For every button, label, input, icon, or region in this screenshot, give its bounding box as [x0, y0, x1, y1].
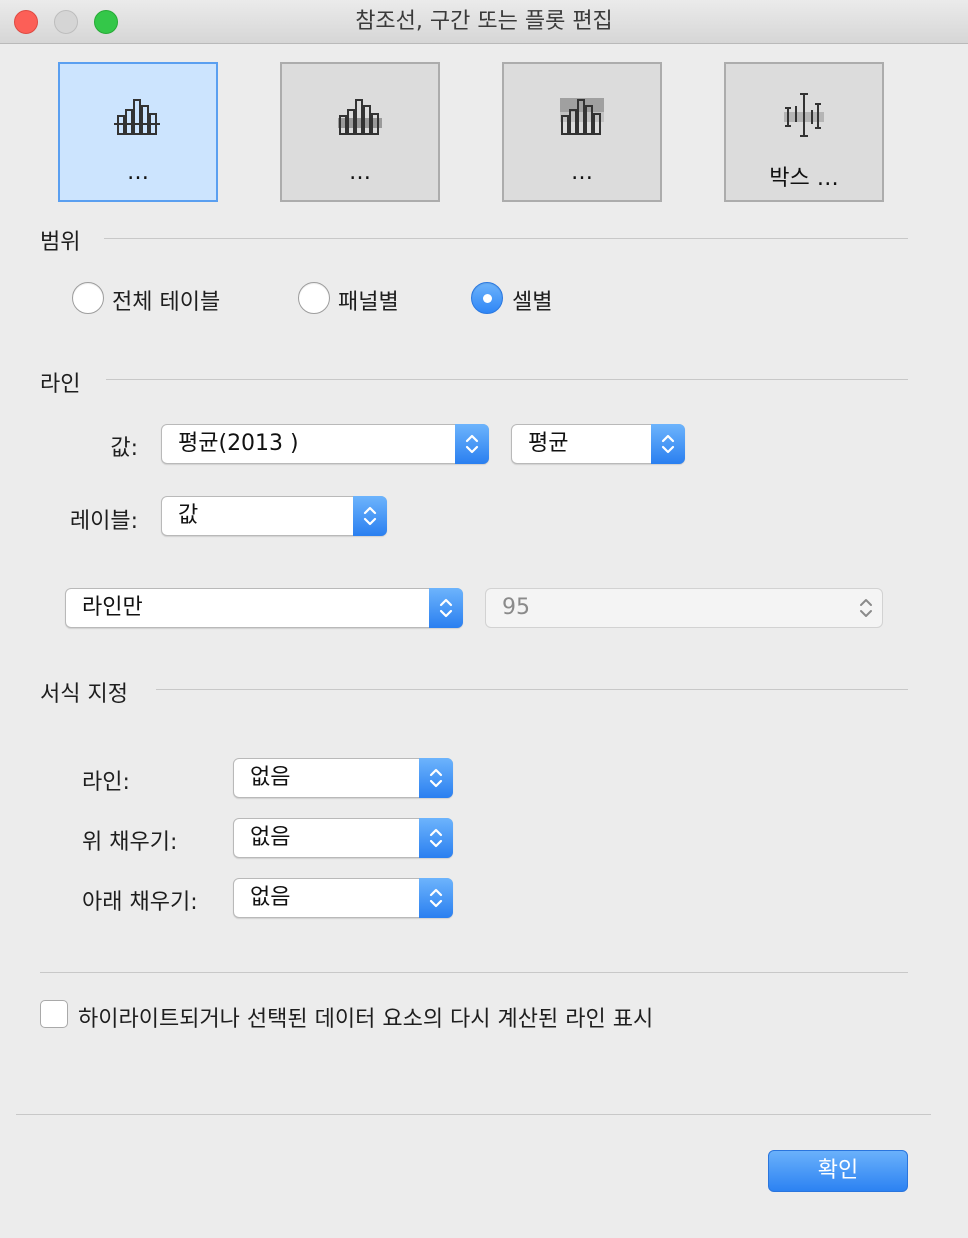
formatting-divider: [156, 689, 908, 690]
aggregation-current: 평균: [528, 431, 569, 456]
fill-below-label: 아래 채우기:: [82, 890, 198, 915]
line-type-select[interactable]: 라인만: [65, 588, 463, 628]
line-format-stepper-icon: [419, 758, 453, 798]
label-field-label: 레이블:: [69, 509, 138, 534]
fill-below-select[interactable]: 없음: [233, 878, 453, 918]
line-type-button[interactable]: …: [58, 62, 218, 202]
window-title: 참조선, 구간 또는 플롯 편집: [355, 9, 613, 34]
scope-entire-table-radio[interactable]: [72, 282, 104, 314]
distribution-band-icon: [560, 98, 604, 135]
scope-per-pane-label: 패널별: [338, 290, 399, 315]
band-type-label: …: [349, 160, 371, 185]
confidence-stepper-icon: [849, 588, 883, 628]
distribution-type-label: …: [571, 160, 593, 185]
title-bar: 참조선, 구간 또는 플롯 편집: [0, 0, 968, 44]
distribution-type-button[interactable]: …: [502, 62, 662, 202]
value-field-stepper-icon: [455, 424, 489, 464]
box-plot-type-label: 박스 …: [769, 166, 839, 191]
value-field-label: 값:: [110, 436, 138, 461]
fill-above-select[interactable]: 없음: [233, 818, 453, 858]
fill-above-current: 없음: [250, 825, 291, 850]
fill-above-stepper-icon: [419, 818, 453, 858]
value-field-current: 평균(2013 ): [178, 431, 299, 456]
line-divider: [106, 379, 908, 380]
value-field-select[interactable]: 평균(2013 ): [161, 424, 489, 464]
formatting-bottom-divider: [40, 972, 908, 973]
recalc-lines-checkbox[interactable]: [40, 1000, 68, 1028]
scope-entire-table-label: 전체 테이블: [112, 290, 221, 315]
confidence-select: 95: [485, 588, 883, 628]
line-section-header: 라인: [40, 372, 81, 397]
line-format-select[interactable]: 없음: [233, 758, 453, 798]
aggregation-stepper-icon: [651, 424, 685, 464]
line-type-label: …: [127, 160, 149, 185]
footer-divider: [16, 1114, 931, 1115]
reference-line-icon: [114, 99, 160, 135]
scope-per-pane-radio[interactable]: [298, 282, 330, 314]
box-plot-icon: [784, 93, 824, 137]
scope-divider: [104, 238, 908, 239]
scope-per-cell-radio[interactable]: [471, 282, 503, 314]
confidence-current: 95: [502, 595, 530, 620]
label-stepper-icon: [353, 496, 387, 536]
ok-button[interactable]: 확인: [768, 1150, 908, 1192]
reference-band-icon: [338, 99, 382, 135]
scope-per-cell-label: 셀별: [512, 290, 553, 315]
line-format-label: 라인:: [82, 770, 130, 795]
line-type-stepper-icon: [429, 588, 463, 628]
aggregation-select[interactable]: 평균: [511, 424, 685, 464]
line-type-current: 라인만: [82, 595, 143, 620]
formatting-section-header: 서식 지정: [40, 682, 128, 707]
line-format-current: 없음: [250, 765, 291, 790]
band-type-button[interactable]: …: [280, 62, 440, 202]
recalc-lines-label: 하이라이트되거나 선택된 데이터 요소의 다시 계산된 라인 표시: [78, 1007, 654, 1032]
fill-above-label: 위 채우기:: [82, 830, 178, 855]
scope-section-header: 범위: [40, 230, 81, 255]
label-select[interactable]: 값: [161, 496, 387, 536]
fill-below-current: 없음: [250, 885, 291, 910]
fill-below-stepper-icon: [419, 878, 453, 918]
label-current: 값: [178, 503, 199, 528]
box-plot-type-button[interactable]: 박스 …: [724, 62, 884, 202]
